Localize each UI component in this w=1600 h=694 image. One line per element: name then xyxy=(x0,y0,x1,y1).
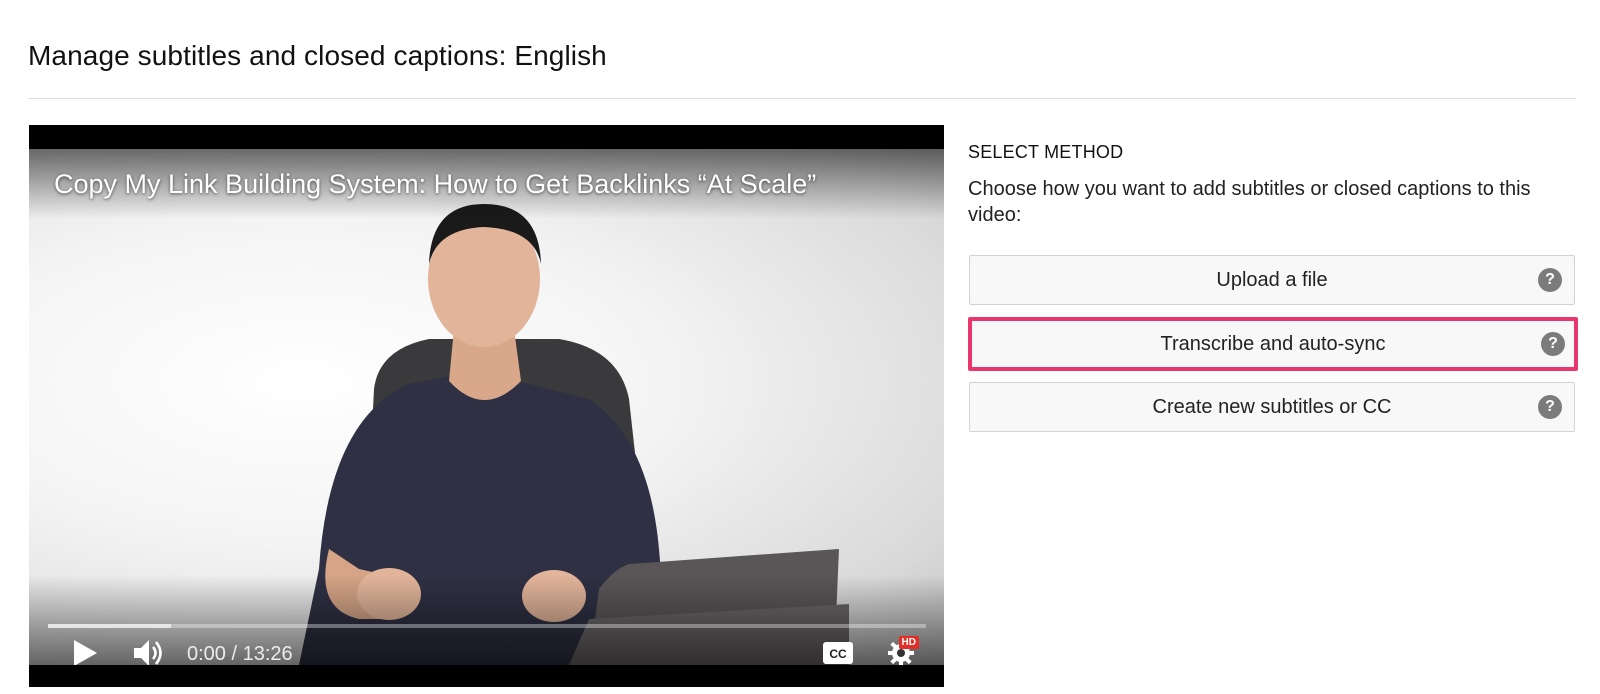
svg-text:CC: CC xyxy=(829,647,847,661)
create-new-subtitles-label: Create new subtitles or CC xyxy=(1152,395,1392,418)
transcribe-auto-sync-label: Transcribe and auto-sync xyxy=(1160,332,1386,355)
page: Manage subtitles and closed captions: En… xyxy=(0,0,1600,694)
captions-button[interactable]: CC xyxy=(821,638,855,668)
help-icon[interactable]: ? xyxy=(1541,332,1565,356)
volume-icon xyxy=(134,640,162,666)
video-frame[interactable]: Copy My Link Building System: How to Get… xyxy=(29,149,944,665)
select-method-heading: SELECT METHOD xyxy=(968,142,1124,162)
video-title[interactable]: Copy My Link Building System: How to Get… xyxy=(54,169,816,200)
page-title: Manage subtitles and closed captions: En… xyxy=(28,40,607,71)
upload-file-button[interactable]: Upload a file ? xyxy=(969,255,1575,305)
cc-icon: CC xyxy=(823,642,853,664)
transcribe-auto-sync-button[interactable]: Transcribe and auto-sync ? xyxy=(968,317,1578,371)
player-bottom-bar xyxy=(29,665,944,687)
video-player[interactable]: Copy My Link Building System: How to Get… xyxy=(29,125,944,687)
hd-badge: HD xyxy=(898,636,919,649)
time-display: 0:00 / 13:26 xyxy=(187,643,293,665)
select-method-description: Choose how you want to add subtitles or … xyxy=(968,178,1531,226)
upload-file-label: Upload a file xyxy=(1216,268,1328,291)
help-icon[interactable]: ? xyxy=(1538,395,1562,419)
progress-buffered xyxy=(48,624,171,628)
progress-bar[interactable] xyxy=(48,624,926,628)
help-icon[interactable]: ? xyxy=(1538,268,1562,292)
create-new-subtitles-button[interactable]: Create new subtitles or CC ? xyxy=(969,382,1575,432)
divider xyxy=(28,98,1576,99)
play-icon xyxy=(74,640,97,666)
